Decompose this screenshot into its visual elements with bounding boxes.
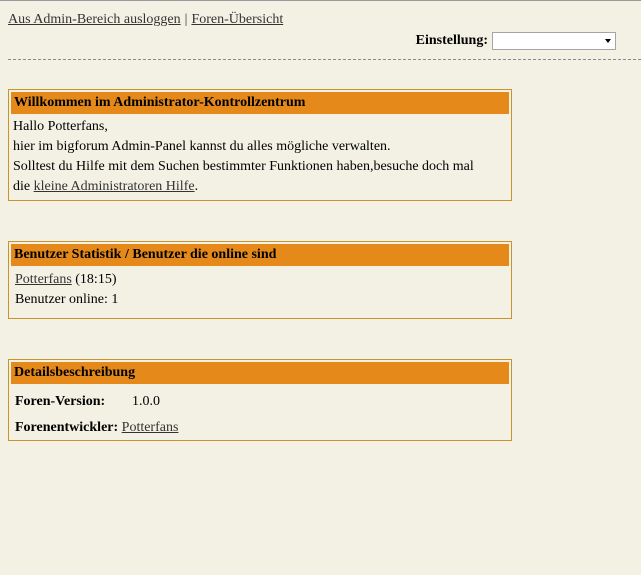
forum-version-label: Foren-Version: — [15, 394, 106, 409]
welcome-panel: Willkommen im Administrator-Kontrollzent… — [8, 89, 512, 201]
nav-separator: | — [184, 12, 188, 27]
welcome-greeting: Hallo Potterfans, — [13, 119, 108, 134]
forum-developer-row: Forenentwickler: Potterfans — [15, 415, 507, 441]
setting-select[interactable] — [492, 32, 616, 50]
online-user-entry: Potterfans (18:15) — [15, 270, 507, 290]
details-body: Foren-Version: 1.0.0 Forenentwickler: Po… — [9, 384, 511, 445]
welcome-line-3-prefix: die — [13, 179, 31, 194]
logout-link[interactable]: Aus Admin-Bereich ausloggen — [8, 12, 181, 27]
header-divider — [8, 59, 641, 60]
welcome-title: Willkommen im Administrator-Kontrollzent… — [11, 92, 509, 114]
user-stats-body: Potterfans (18:15) Benutzer online: 1 — [9, 266, 511, 314]
forum-overview-link[interactable]: Foren-Übersicht — [191, 12, 283, 27]
online-user-link[interactable]: Potterfans — [15, 272, 72, 287]
setting-label: Einstellung: — [415, 33, 488, 48]
top-navigation: Aus Admin-Bereich ausloggen | Foren-Übersi… — [8, 12, 283, 28]
welcome-line-3: die kleine Administratoren Hilfe. — [13, 177, 507, 197]
forum-developer-label: Forenentwickler: — [15, 420, 119, 435]
forum-developer-link[interactable]: Potterfans — [122, 415, 179, 441]
users-online-count: Benutzer online: 1 — [15, 292, 119, 307]
welcome-body: Hallo Potterfans, hier im bigforum Admin… — [9, 114, 511, 201]
online-user-time: (18:15) — [75, 272, 117, 287]
details-panel: Detailsbeschreibung Foren-Version: 1.0.0… — [8, 359, 512, 441]
user-stats-title: Benutzer Statistik / Benutzer die online… — [11, 244, 509, 266]
welcome-line-1: hier im bigforum Admin-Panel kannst du a… — [13, 139, 391, 154]
chevron-down-icon[interactable] — [605, 39, 611, 43]
welcome-line-2: Solltest du Hilfe mit dem Suchen bestimm… — [13, 159, 474, 174]
forum-version-row: Foren-Version: 1.0.0 — [15, 389, 507, 415]
admin-help-link[interactable]: kleine Administratoren Hilfe — [34, 179, 195, 194]
welcome-line-3-suffix: . — [194, 179, 199, 194]
details-title: Detailsbeschreibung — [11, 362, 509, 384]
user-stats-panel: Benutzer Statistik / Benutzer die online… — [8, 241, 512, 319]
setting-control: Einstellung: — [416, 32, 616, 50]
forum-version-value: 1.0.0 — [132, 394, 160, 409]
